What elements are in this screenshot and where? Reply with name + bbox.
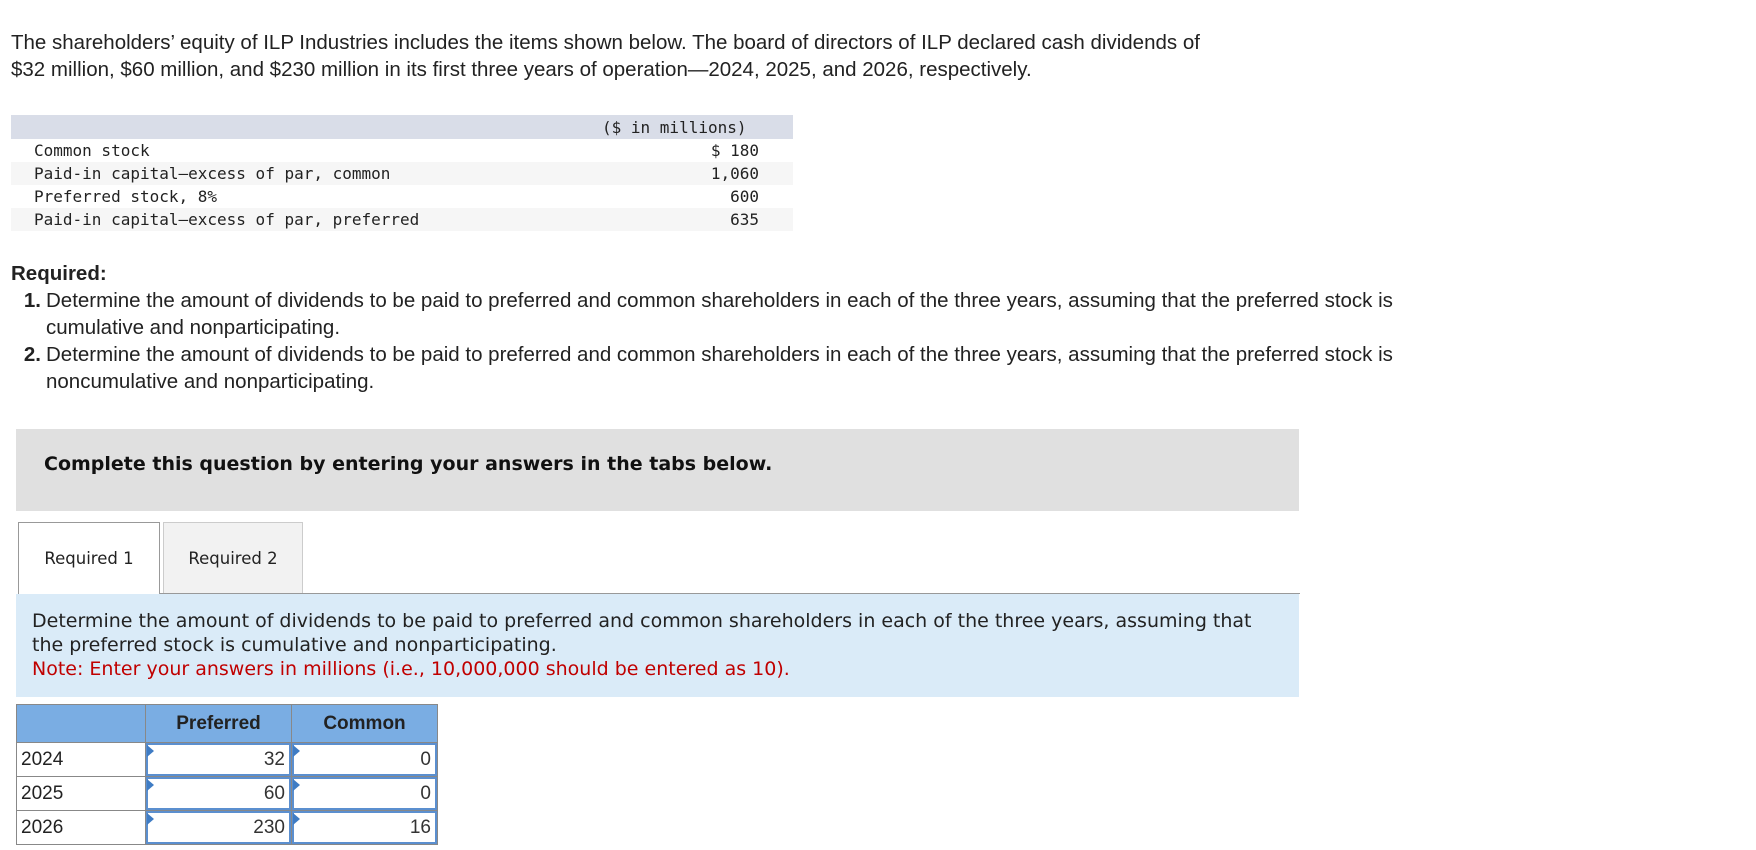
required-item-number: 2.	[23, 343, 41, 366]
equity-row-label: Paid-in capital—excess of par, common	[34, 164, 391, 183]
panel-note: Note: Enter your answers in millions (i.…	[32, 658, 790, 680]
required-item-2: 2. Determine the amount of dividends to …	[11, 341, 1451, 395]
equity-row: Common stock $ 180	[11, 139, 793, 162]
question-panel: Determine the amount of dividends to be …	[16, 594, 1299, 697]
year-label: 2026	[16, 810, 146, 845]
answer-table-header: Preferred Common	[16, 704, 438, 743]
equity-row-label: Paid-in capital—excess of par, preferred	[34, 210, 420, 229]
preferred-input-2026[interactable]	[146, 811, 291, 844]
problem-intro: The shareholders’ equity of ILP Industri…	[11, 29, 1411, 83]
instruction-text: Complete this question by entering your …	[44, 453, 773, 475]
table-row: 2025	[16, 776, 438, 811]
header-blank	[16, 704, 146, 743]
common-input-2025[interactable]	[292, 777, 437, 810]
tab-required-2[interactable]: Required 2	[163, 522, 303, 593]
equity-row-value: 600	[730, 187, 759, 206]
year-label: 2024	[16, 742, 146, 777]
intro-line-2: $32 million, $60 million, and $230 milli…	[11, 58, 1032, 81]
common-input-2024[interactable]	[292, 743, 437, 776]
required-item-1: 1. Determine the amount of dividends to …	[11, 287, 1451, 341]
equity-table-header: ($ in millions)	[11, 115, 793, 139]
required-item-number: 1.	[23, 289, 41, 312]
instruction-banner: Complete this question by entering your …	[16, 429, 1299, 511]
common-input-2026[interactable]	[292, 811, 437, 844]
required-item-text: Determine the amount of dividends to be …	[46, 343, 1393, 393]
year-label: 2025	[16, 776, 146, 811]
required-item-text: Determine the amount of dividends to be …	[46, 289, 1393, 339]
equity-row-value: 1,060	[710, 164, 759, 183]
equity-row: Paid-in capital—excess of par, common 1,…	[11, 162, 793, 185]
equity-row-label: Preferred stock, 8%	[34, 187, 218, 206]
table-row: 2024	[16, 742, 438, 777]
tab-required-1[interactable]: Required 1	[18, 522, 160, 594]
panel-question-text: Determine the amount of dividends to be …	[32, 610, 1252, 656]
equity-row-value: 635	[730, 210, 759, 229]
intro-line-1: The shareholders’ equity of ILP Industri…	[11, 31, 1200, 54]
required-section: Required: 1. Determine the amount of div…	[11, 260, 1451, 395]
equity-table: ($ in millions) Common stock $ 180 Paid-…	[11, 115, 793, 231]
units-label: ($ in millions)	[602, 117, 747, 137]
preferred-input-2025[interactable]	[146, 777, 291, 810]
equity-row: Paid-in capital—excess of par, preferred…	[11, 208, 793, 231]
equity-row: Preferred stock, 8% 600	[11, 185, 793, 208]
required-title: Required:	[11, 262, 107, 285]
answer-table: Preferred Common 2024 2025	[16, 704, 438, 845]
equity-row-label: Common stock	[34, 141, 150, 160]
equity-row-value: $ 180	[710, 141, 759, 160]
table-row: 2026	[16, 810, 438, 845]
header-preferred: Preferred	[145, 704, 292, 743]
header-common: Common	[291, 704, 438, 743]
preferred-input-2024[interactable]	[146, 743, 291, 776]
